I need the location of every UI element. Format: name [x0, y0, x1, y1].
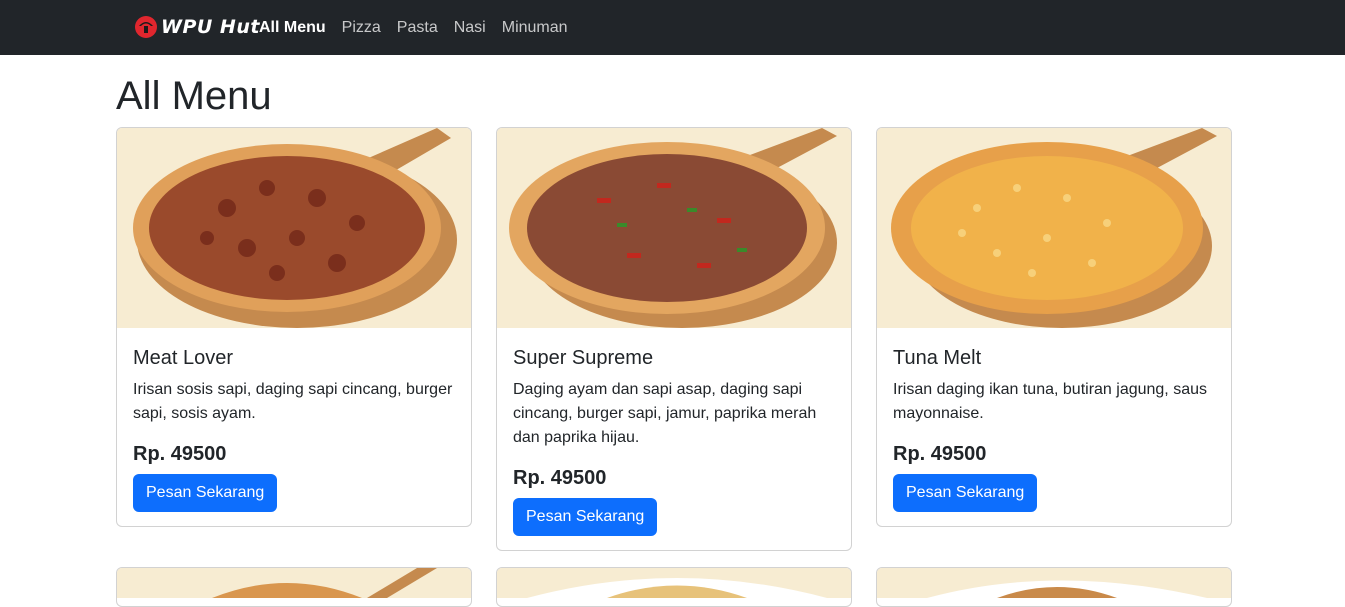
card-description: Irisan daging ikan tuna, butiran jagung,… [893, 381, 1207, 422]
pizza-image [117, 568, 471, 598]
card-description: Daging ayam dan sapi asap, daging sapi c… [513, 381, 817, 446]
page-title: All Menu [116, 74, 272, 118]
card-title: Tuna Melt [893, 347, 982, 369]
navbar: WPU Hut All Menu Pizza Pasta Nasi Minuma… [0, 0, 1345, 55]
card-title: Meat Lover [133, 347, 234, 369]
card-price: Rp. 49500 [893, 443, 987, 465]
brand-link[interactable]: WPU Hut [134, 12, 260, 42]
card-price: Rp. 49500 [133, 443, 227, 465]
menu-card: Tuna Melt Irisan daging ikan tuna, butir… [876, 127, 1232, 527]
nav-all-menu[interactable]: All Menu [259, 19, 326, 37]
menu-card-partial [876, 567, 1232, 607]
menu-card: Super Supreme Daging ayam dan sapi asap,… [496, 127, 852, 551]
card-title: Super Supreme [513, 347, 654, 369]
nav-nasi[interactable]: Nasi [454, 19, 486, 37]
order-button[interactable]: Pesan Sekarang [893, 474, 1038, 512]
nav-pasta[interactable]: Pasta [397, 19, 438, 37]
menu-card-partial [116, 567, 472, 607]
rice-dish-image [877, 568, 1231, 598]
order-button[interactable]: Pesan Sekarang [513, 498, 658, 536]
card-price: Rp. 49500 [513, 467, 607, 489]
pizza-hut-logo-icon [135, 16, 157, 38]
super-supreme-pizza-image [497, 128, 851, 328]
brand-name: WPU Hut [161, 16, 260, 38]
nav-links: All Menu Pizza Pasta Nasi Minuman [259, 0, 584, 55]
menu-card: Meat Lover Irisan sosis sapi, daging sap… [116, 127, 472, 527]
menu-card-partial [496, 567, 852, 607]
nav-minuman[interactable]: Minuman [502, 19, 568, 37]
pasta-image [497, 568, 851, 598]
tuna-melt-pizza-image [877, 128, 1231, 328]
nav-pizza[interactable]: Pizza [342, 19, 381, 37]
order-button[interactable]: Pesan Sekarang [133, 474, 278, 512]
card-description: Irisan sosis sapi, daging sapi cincang, … [133, 381, 453, 422]
meat-lover-pizza-image [117, 128, 471, 328]
